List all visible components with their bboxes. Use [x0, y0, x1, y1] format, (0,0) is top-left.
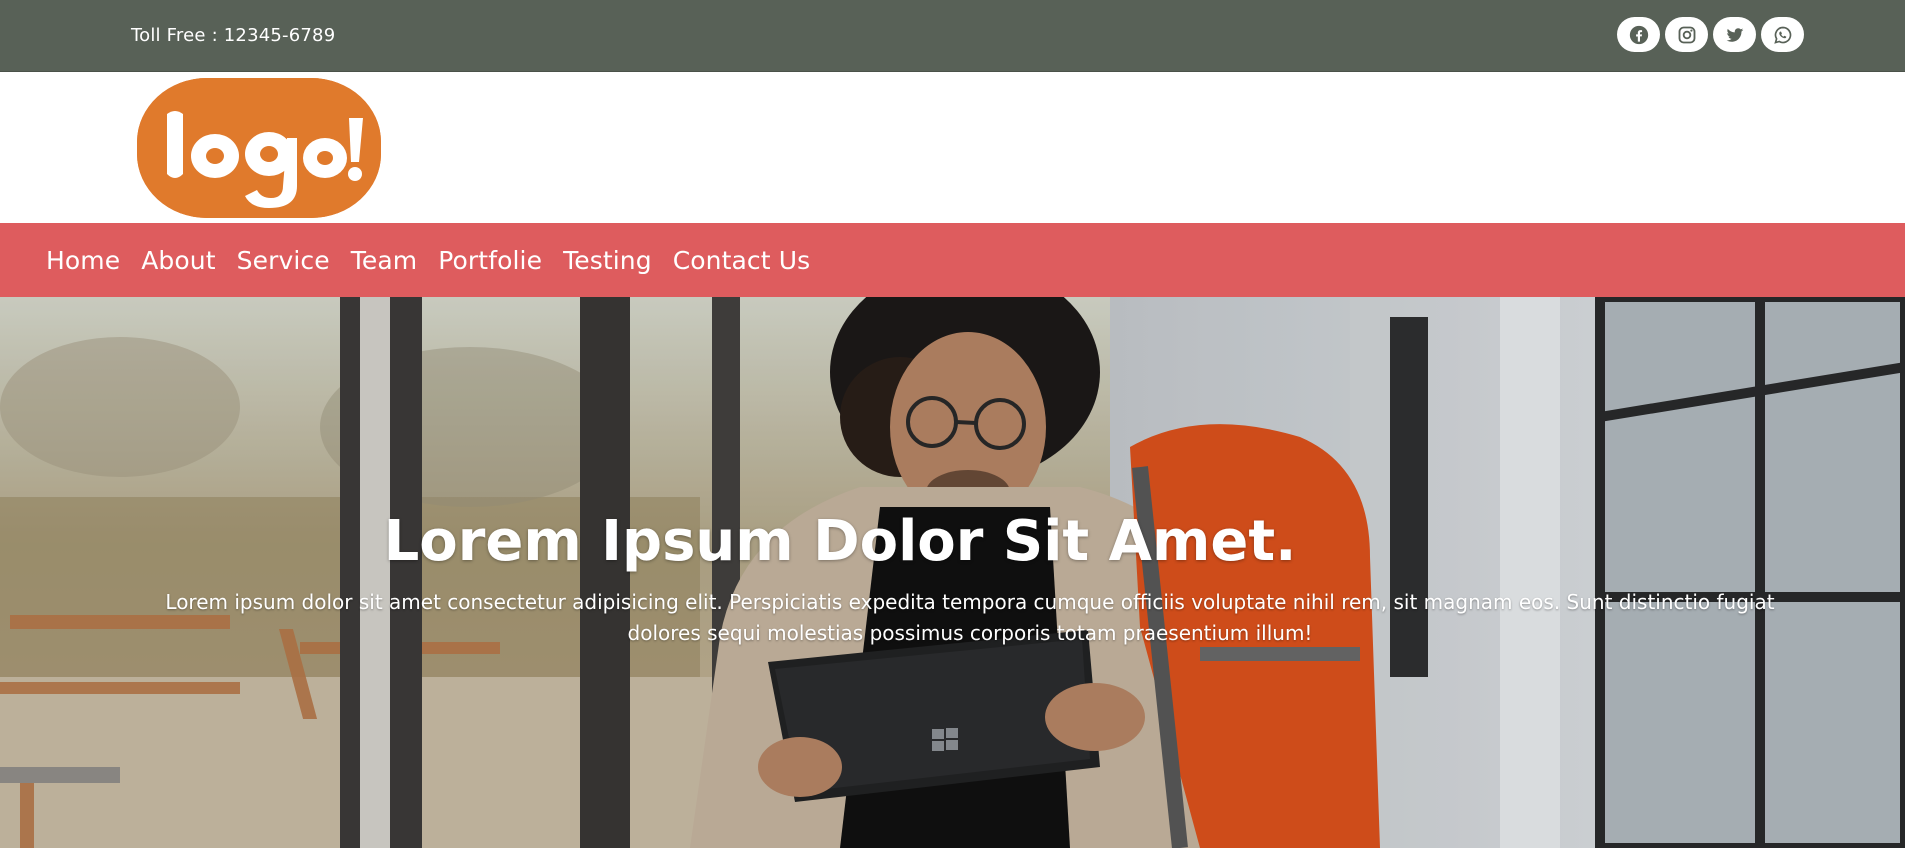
whatsapp-link[interactable]	[1761, 17, 1804, 52]
hero-title: Lorem Ipsum Dolor Sit Amet.	[383, 509, 1297, 574]
nav-item-portfolio[interactable]: Portfolie	[438, 246, 542, 275]
hero-description: Lorem ipsum dolor sit amet consectetur a…	[165, 590, 1775, 645]
social-links	[1617, 17, 1804, 52]
twitter-link[interactable]	[1713, 17, 1756, 52]
nav-item-about[interactable]: About	[141, 246, 215, 275]
nav-item-home[interactable]: Home	[46, 246, 120, 275]
nav-item-service[interactable]: Service	[237, 246, 330, 275]
facebook-link[interactable]	[1617, 17, 1660, 52]
nav-item-testing[interactable]: Testing	[563, 246, 652, 275]
whatsapp-icon	[1773, 25, 1793, 45]
logo-graphic	[137, 78, 381, 218]
main-nav: Home About Service Team Portfolie Testin…	[0, 223, 1905, 297]
facebook-icon	[1629, 25, 1649, 45]
site-logo[interactable]	[137, 78, 381, 218]
instagram-link[interactable]	[1665, 17, 1708, 52]
top-bar: Toll Free : 12345-6789	[0, 0, 1905, 72]
nav-item-team[interactable]: Team	[351, 246, 417, 275]
nav-item-contact-us[interactable]: Contact Us	[673, 246, 811, 275]
instagram-icon	[1677, 25, 1697, 45]
toll-free-text: Toll Free : 12345-6789	[131, 25, 336, 46]
header	[0, 72, 1905, 223]
twitter-icon	[1725, 25, 1745, 45]
hero-banner: Lorem Ipsum Dolor Sit Amet. Lorem ipsum …	[0, 297, 1905, 848]
